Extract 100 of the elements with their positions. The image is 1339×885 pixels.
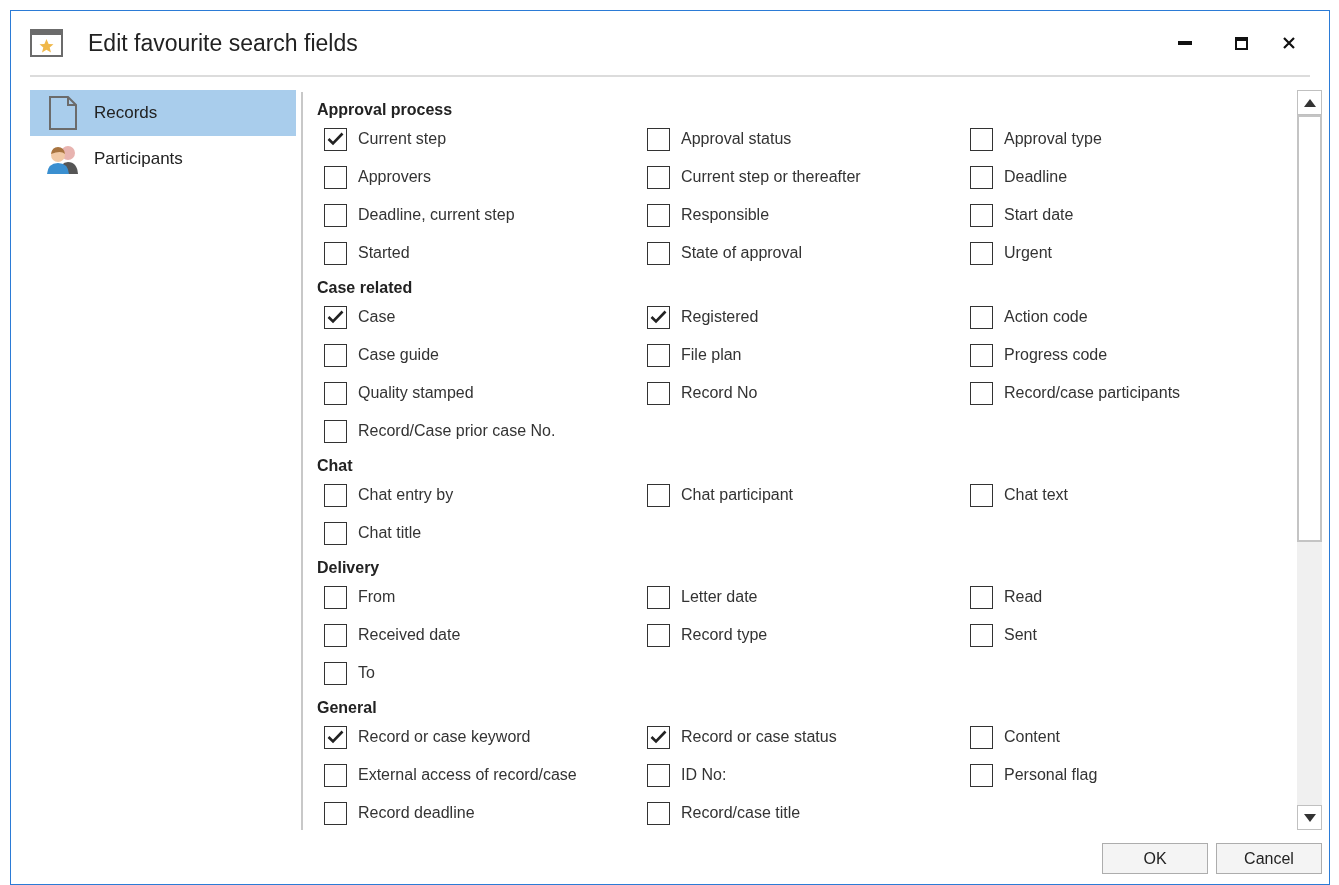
checkbox[interactable] <box>647 203 670 227</box>
checkbox-option[interactable]: Received date <box>317 616 461 654</box>
checkbox[interactable] <box>324 127 347 151</box>
section-heading: General <box>317 698 378 718</box>
checkbox-option[interactable]: To <box>317 654 375 692</box>
checkbox[interactable] <box>324 165 347 189</box>
checkbox-option[interactable]: Record deadline <box>317 794 475 830</box>
dialog-button[interactable]: Cancel <box>1216 843 1322 874</box>
checkbox-option[interactable]: Read <box>963 578 1043 616</box>
checkbox-option[interactable]: Record or case keyword <box>317 718 531 756</box>
checkbox[interactable] <box>970 623 993 647</box>
checkbox[interactable] <box>970 203 993 227</box>
checkbox-option[interactable]: Quality stamped <box>317 374 474 412</box>
checkbox[interactable] <box>324 343 347 367</box>
checkbox-option[interactable]: Chat text <box>963 476 1069 514</box>
checkbox[interactable] <box>324 305 347 329</box>
checkbox-option[interactable]: Deadline, current step <box>317 196 515 234</box>
section-heading: Chat <box>317 456 354 476</box>
checkbox-option[interactable]: Approvers <box>317 158 431 196</box>
checkbox[interactable] <box>324 661 347 685</box>
checkbox[interactable] <box>647 165 670 189</box>
dialog-button[interactable]: OK <box>1102 843 1208 874</box>
checkbox-option[interactable]: External access of record/case <box>317 756 577 794</box>
checkbox[interactable] <box>970 305 993 329</box>
sidebar-item[interactable]: Records <box>30 90 296 136</box>
checkbox[interactable] <box>647 305 670 329</box>
checkbox-option[interactable]: Current step or thereafter <box>640 158 861 196</box>
checkbox[interactable] <box>324 725 347 749</box>
checkbox-option[interactable]: Registered <box>640 298 759 336</box>
checkbox[interactable] <box>970 381 993 405</box>
checkbox-option[interactable]: Chat entry by <box>317 476 454 514</box>
checkbox-option[interactable]: Progress code <box>963 336 1108 374</box>
scrollbar[interactable] <box>1297 90 1322 830</box>
window-title: Edit favourite search fields <box>88 28 358 58</box>
checkbox[interactable] <box>647 381 670 405</box>
check-icon <box>650 730 667 744</box>
checkbox-option[interactable]: ID No: <box>640 756 727 794</box>
checkbox[interactable] <box>970 165 993 189</box>
checkbox-option[interactable]: Responsible <box>640 196 770 234</box>
checkbox[interactable] <box>970 763 993 787</box>
checkbox-option[interactable]: Case <box>317 298 396 336</box>
checkbox-option[interactable]: Deadline <box>963 158 1068 196</box>
scroll-thumb[interactable] <box>1297 115 1322 542</box>
scroll-down-button[interactable] <box>1297 805 1322 830</box>
checkbox-option[interactable]: Urgent <box>963 234 1053 272</box>
check-icon <box>327 132 344 146</box>
checkbox-option[interactable]: Content <box>963 718 1061 756</box>
checkbox[interactable] <box>324 381 347 405</box>
section-heading: Approval process <box>317 100 454 120</box>
checkbox[interactable] <box>970 343 993 367</box>
checkbox[interactable] <box>647 801 670 825</box>
checkbox-option[interactable]: Sent <box>963 616 1037 654</box>
checkbox-option[interactable]: Chat title <box>317 514 422 552</box>
checkbox-option[interactable]: Letter date <box>640 578 758 616</box>
down-arrow-icon <box>1303 813 1316 822</box>
checkbox-option[interactable]: Current step <box>317 120 447 158</box>
checkbox[interactable] <box>324 241 347 265</box>
checkbox-option[interactable]: Record type <box>640 616 768 654</box>
checkbox[interactable] <box>324 623 347 647</box>
checkbox-option[interactable]: Record/Case prior case No. <box>317 412 556 450</box>
checkbox-option[interactable]: Start date <box>963 196 1074 234</box>
checkbox[interactable] <box>647 343 670 367</box>
checkbox[interactable] <box>647 623 670 647</box>
checkbox-option[interactable]: Record/case title <box>640 794 801 830</box>
checkbox-option[interactable]: Record No <box>640 374 758 412</box>
checkbox[interactable] <box>970 585 993 609</box>
checkbox[interactable] <box>324 585 347 609</box>
checkbox-option[interactable]: Approval type <box>963 120 1102 158</box>
checkbox[interactable] <box>324 419 347 443</box>
minimize-icon <box>1178 41 1192 45</box>
checkbox[interactable] <box>324 203 347 227</box>
checkbox-option[interactable]: Record/case participants <box>963 374 1181 412</box>
checkbox[interactable] <box>647 483 670 507</box>
checkbox[interactable] <box>970 127 993 151</box>
checkbox-option[interactable]: Personal flag <box>963 756 1098 794</box>
checkbox-option[interactable]: Action code <box>963 298 1088 336</box>
checkbox[interactable] <box>324 521 347 545</box>
checkbox-option[interactable]: Started <box>317 234 410 272</box>
checkbox-option[interactable]: Case guide <box>317 336 439 374</box>
checkbox[interactable] <box>647 127 670 151</box>
checkbox[interactable] <box>970 725 993 749</box>
checkbox[interactable] <box>324 763 347 787</box>
checkbox[interactable] <box>647 241 670 265</box>
checkbox-option[interactable]: From <box>317 578 396 616</box>
scroll-up-button[interactable] <box>1297 90 1322 115</box>
check-icon <box>650 310 667 324</box>
checkbox[interactable] <box>324 483 347 507</box>
section-heading: Case related <box>317 278 414 298</box>
checkbox[interactable] <box>970 483 993 507</box>
up-arrow-icon <box>1303 98 1316 107</box>
checkbox-option[interactable]: File plan <box>640 336 742 374</box>
checkbox-option[interactable]: State of approval <box>640 234 802 272</box>
checkbox[interactable] <box>970 241 993 265</box>
checkbox[interactable] <box>324 801 347 825</box>
checkbox[interactable] <box>647 763 670 787</box>
checkbox[interactable] <box>647 585 670 609</box>
checkbox-option[interactable]: Approval status <box>640 120 792 158</box>
checkbox[interactable] <box>647 725 670 749</box>
checkbox-option[interactable]: Record or case status <box>640 718 837 756</box>
checkbox-option[interactable]: Chat participant <box>640 476 794 514</box>
